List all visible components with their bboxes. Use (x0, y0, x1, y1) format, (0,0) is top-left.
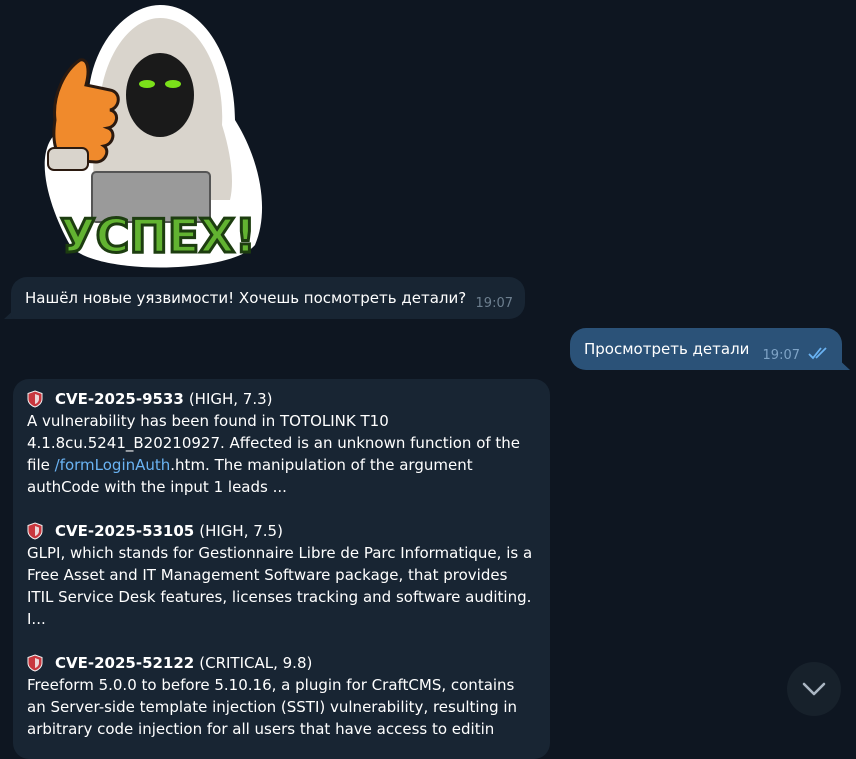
message-text: Нашёл новые уязвимости! Хочешь посмотрет… (25, 289, 467, 307)
shield-icon (27, 390, 43, 408)
cve-list-message[interactable]: CVE-2025-9533 (HIGH, 7.3) A vulnerabilit… (13, 379, 550, 759)
scroll-to-bottom-button[interactable] (787, 662, 841, 716)
double-check-icon (808, 347, 827, 360)
cve-severity: (HIGH, 7.5) (199, 522, 283, 540)
message-time: 19:07 (475, 296, 513, 311)
shield-icon (27, 654, 43, 672)
cve-entry: CVE-2025-9533 (HIGH, 7.3) A vulnerabilit… (27, 388, 536, 498)
cve-description: A vulnerability has been found in TOTOLI… (27, 410, 536, 498)
cve-id: CVE-2025-52122 (55, 654, 195, 672)
hacker-sticker-image: УСПЕХ! (44, 5, 263, 268)
cve-id: CVE-2025-9533 (55, 390, 184, 408)
outgoing-message[interactable]: Просмотреть детали 19:07 (570, 328, 842, 370)
message-time: 19:07 (762, 348, 800, 363)
cve-severity: (CRITICAL, 9.8) (199, 654, 313, 672)
cve-severity: (HIGH, 7.3) (188, 390, 273, 408)
cve-entry: CVE-2025-52122 (CRITICAL, 9.8) Freeform … (27, 652, 536, 740)
cve-link[interactable]: /formLoginAuth (55, 456, 171, 474)
cve-description: Freeform 5.0.0 to before 5.10.16, a plug… (27, 676, 518, 738)
cve-id: CVE-2025-53105 (55, 522, 195, 540)
shield-icon (27, 522, 43, 540)
sticker-caption: УСПЕХ! (60, 209, 256, 263)
success-sticker[interactable]: УСПЕХ! (30, 0, 270, 272)
incoming-message[interactable]: Нашёл новые уязвимости! Хочешь посмотрет… (11, 277, 525, 319)
chevron-down-icon (802, 682, 826, 696)
cve-description: GLPI, which stands for Gestionnaire Libr… (27, 544, 533, 628)
message-text: Просмотреть детали (584, 340, 750, 358)
cve-entry: CVE-2025-53105 (HIGH, 7.5) GLPI, which s… (27, 520, 536, 630)
